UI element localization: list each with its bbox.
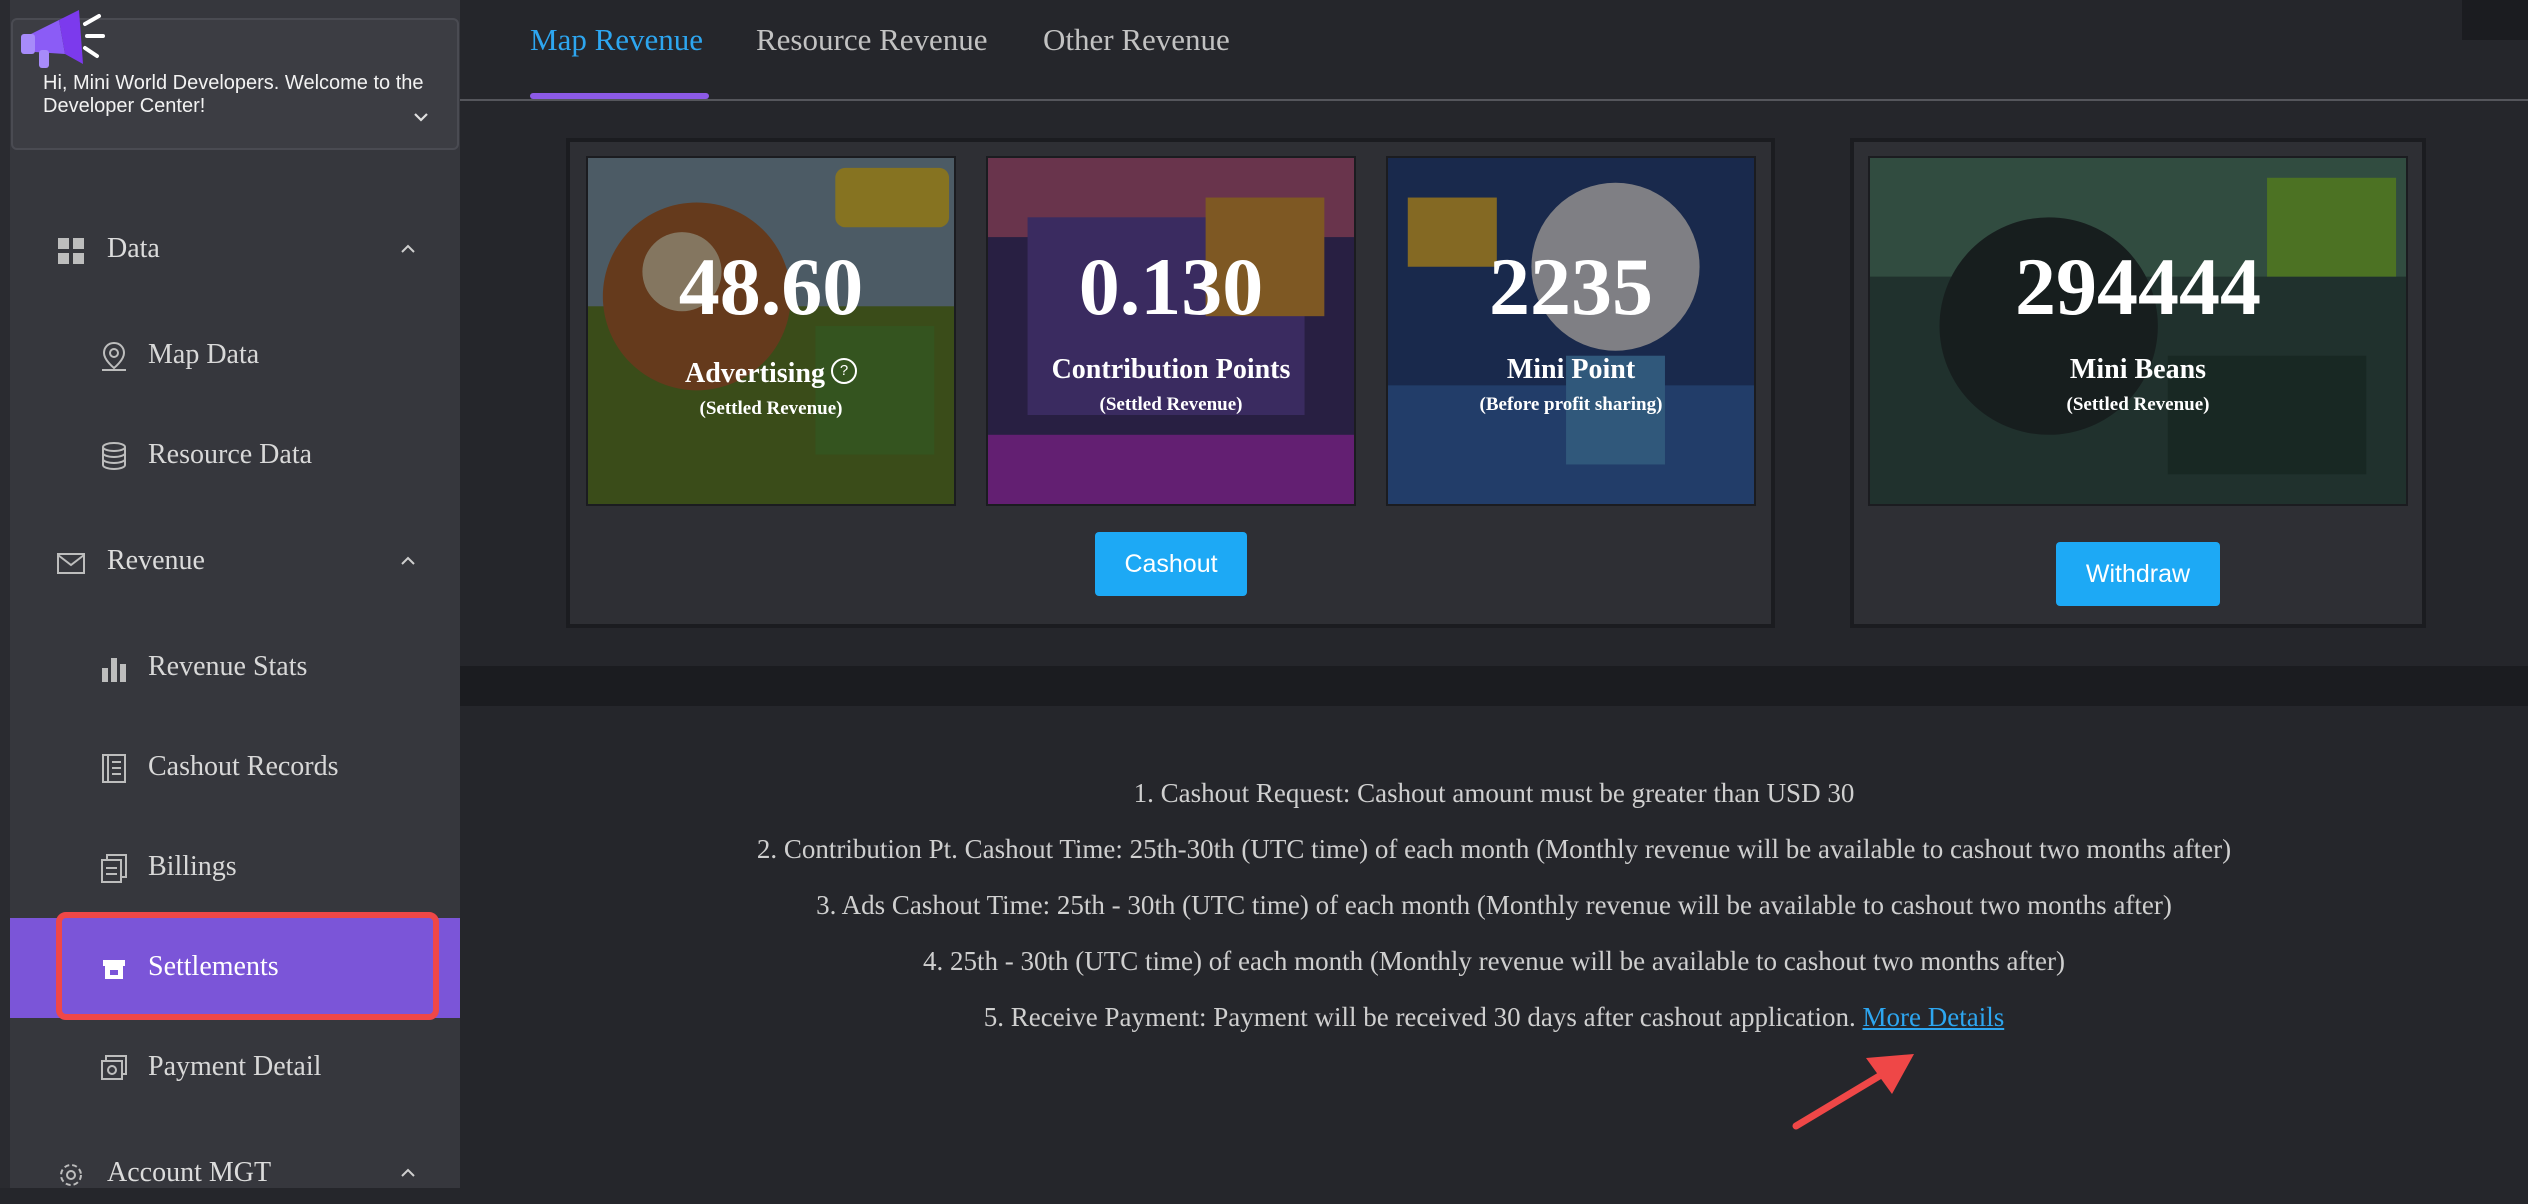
envelope-icon xyxy=(57,553,85,574)
rule-contribution-cashout-time: 2. Contribution Pt. Cashout Time: 25th-3… xyxy=(756,834,2232,864)
revenue-card-advertising: 48.60 Advertising? (Settled Revenue) xyxy=(586,156,956,506)
rule-receive-payment-text: 5. Receive Payment: Payment will be rece… xyxy=(983,1002,1856,1032)
rule-receive-payment: 5. Receive Payment: Payment will be rece… xyxy=(460,1002,2528,1033)
rule-monthly-cashout-time: 4. 25th - 30th (UTC time) of each month … xyxy=(923,946,2065,976)
mini-beans-value: 294444 xyxy=(2015,241,2261,332)
gear-icon xyxy=(60,1164,82,1186)
rule-ads-cashout-time: 3. Ads Cashout Time: 25th - 30th (UTC ti… xyxy=(816,890,2172,920)
tab-resource-revenue[interactable]: Resource Revenue xyxy=(756,22,988,58)
more-details-link[interactable]: More Details xyxy=(1863,1002,2005,1032)
sidebar-item-label: Payment Detail xyxy=(148,1051,322,1082)
nav-group-label: Account MGT xyxy=(107,1157,272,1188)
welcome-banner[interactable]: Hi, Mini World Developers. Welcome to th… xyxy=(11,10,459,150)
chevron-down-icon[interactable] xyxy=(410,106,432,128)
rule-cashout-request: 1. Cashout Request: Cashout amount must … xyxy=(1133,778,1855,808)
sidebar-edge xyxy=(0,0,10,1188)
payment-icon xyxy=(101,1055,127,1080)
bar-chart-icon xyxy=(102,658,126,682)
sidebar-item-payment-detail[interactable]: Payment Detail xyxy=(0,1036,460,1100)
sidebar-item-label: Cashout Records xyxy=(148,751,339,782)
chevron-up-icon xyxy=(401,556,415,565)
mini-point-label: Mini Point xyxy=(1506,354,1636,385)
contribution-points-value: 0.130 xyxy=(1078,241,1264,332)
annotation-arrow-icon xyxy=(1792,1054,1914,1130)
help-icon[interactable]: ? xyxy=(831,358,857,384)
mini-point-sub: (Before profit sharing) xyxy=(1479,394,1663,415)
nav-group-label: Revenue xyxy=(107,545,205,576)
sidebar-item-label: Map Data xyxy=(148,339,260,370)
database-icon xyxy=(102,442,126,471)
advertising-sub: (Settled Revenue) xyxy=(699,398,843,419)
top-right-control[interactable] xyxy=(2462,0,2528,40)
tab-other-revenue[interactable]: Other Revenue xyxy=(1043,22,1230,58)
nav-group-data[interactable]: Data xyxy=(0,220,460,280)
sidebar-item-label: Resource Data xyxy=(148,439,313,470)
nav-group-account-mgt[interactable]: Account MGT xyxy=(0,1144,460,1204)
revenue-card-mini-beans: 294444 Mini Beans (Settled Revenue) xyxy=(1868,156,2408,506)
section-divider xyxy=(460,666,2528,706)
sidebar-item-billings[interactable]: Billings xyxy=(0,836,460,900)
sidebar-item-label: Billings xyxy=(148,851,237,882)
advertising-label-text: Advertising xyxy=(685,358,825,389)
revenue-card-contribution-points: 0.130 Contribution Points (Settled Reven… xyxy=(986,156,1356,506)
mini-point-value: 2235 xyxy=(1489,241,1653,332)
withdraw-button[interactable]: Withdraw xyxy=(2056,542,2220,606)
mini-beans-label: Mini Beans xyxy=(2069,354,2207,385)
sidebar: Hi, Mini World Developers. Welcome to th… xyxy=(0,0,460,1188)
map-pin-icon xyxy=(102,341,126,371)
revenue-card-mini-point: 2235 Mini Point (Before profit sharing) xyxy=(1386,156,1756,506)
tab-map-revenue[interactable]: Map Revenue xyxy=(530,22,703,58)
welcome-text: Hi, Mini World Developers. Welcome to th… xyxy=(43,72,424,117)
megaphone-icon xyxy=(21,10,105,68)
chevron-up-icon xyxy=(401,244,415,253)
nav-group-revenue[interactable]: Revenue xyxy=(0,532,460,592)
grid-icon xyxy=(58,238,84,264)
billing-icon xyxy=(101,854,127,883)
ledger-icon xyxy=(102,754,126,783)
chevron-up-icon xyxy=(401,1168,415,1177)
highlight-box xyxy=(56,912,439,1020)
sidebar-item-cashout-records[interactable]: Cashout Records xyxy=(0,736,460,800)
contribution-points-label: Contribution Points xyxy=(1051,354,1291,385)
sidebar-item-resource-data[interactable]: Resource Data xyxy=(0,424,460,488)
sidebar-item-revenue-stats[interactable]: Revenue Stats xyxy=(0,636,460,700)
tabs-divider xyxy=(460,99,2528,101)
nav-group-label: Data xyxy=(107,233,160,264)
sidebar-item-label: Revenue Stats xyxy=(148,651,308,682)
cashout-button[interactable]: Cashout xyxy=(1095,532,1247,596)
advertising-value: 48.60 xyxy=(678,241,864,332)
contribution-points-sub: (Settled Revenue) xyxy=(1099,394,1243,415)
advertising-label: Advertising? xyxy=(588,358,954,390)
sidebar-item-map-data[interactable]: Map Data xyxy=(0,324,460,388)
mini-beans-sub: (Settled Revenue) xyxy=(2066,394,2210,415)
